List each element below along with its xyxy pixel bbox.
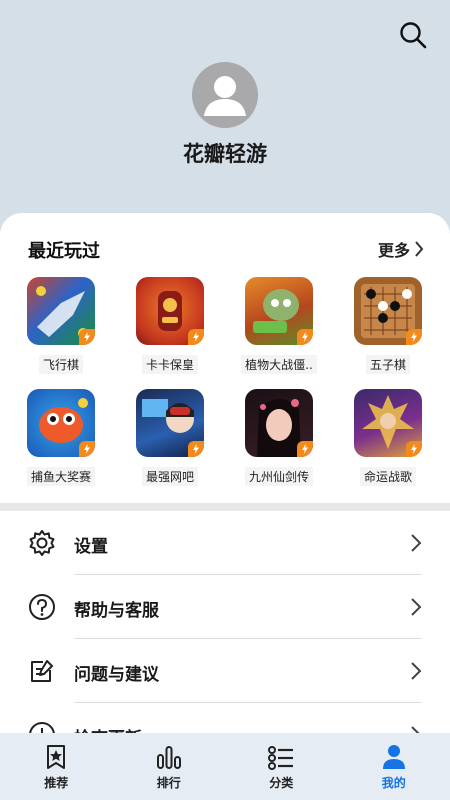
search-button[interactable] <box>398 20 428 50</box>
tab-category[interactable]: 分类 <box>225 733 338 800</box>
game-item[interactable]: 飞行棋 <box>18 277 104 374</box>
bottom-tab-bar: 推荐 排行 分类 我的 <box>0 733 450 800</box>
game-item[interactable]: 命运战歌 <box>345 389 431 486</box>
chevron-right-icon <box>411 598 422 616</box>
internet-cafe-game-icon <box>136 389 204 457</box>
game-name: 飞行棋 <box>38 355 83 374</box>
instant-play-badge <box>406 441 422 457</box>
section-divider <box>0 503 450 511</box>
instant-play-badge <box>297 329 313 345</box>
more-button[interactable]: 更多 <box>378 237 424 261</box>
ranking-icon <box>156 746 181 769</box>
feedback-label: 问题与建议 <box>74 665 159 685</box>
instant-play-badge <box>188 329 204 345</box>
game-name: 卡卡保皇 <box>141 355 198 374</box>
game-name: 命运战歌 <box>359 467 416 486</box>
fantasy-girl-game-icon <box>245 389 313 457</box>
tab-label: 我的 <box>381 776 406 790</box>
tab-label: 推荐 <box>44 776 69 790</box>
zombie-game-icon <box>245 277 313 345</box>
game-item[interactable]: 最强网吧 <box>127 389 213 486</box>
game-item[interactable]: 卡卡保皇 <box>127 277 213 374</box>
chevron-right-icon <box>411 726 420 733</box>
update-icon <box>29 722 55 733</box>
tab-ranking[interactable]: 排行 <box>113 733 226 800</box>
help-label: 帮助与客服 <box>74 601 159 621</box>
settings-list: 设置 帮助与客服 问题与建议 检查更新 <box>0 511 450 733</box>
profile-icon <box>382 745 405 769</box>
tab-recommend[interactable]: 推荐 <box>0 733 113 800</box>
instant-play-badge <box>406 329 422 345</box>
game-name: 最强网吧 <box>141 467 198 486</box>
game-name: 五子棋 <box>365 355 410 374</box>
more-label: 更多 <box>377 241 410 260</box>
game-name: 九州仙剑传 <box>244 467 313 486</box>
instant-play-badge <box>79 441 95 457</box>
search-icon <box>400 22 427 49</box>
section-title: 最近玩过 <box>28 241 100 262</box>
chevron-right-icon <box>411 534 422 552</box>
game-item[interactable]: 捕鱼大奖赛 <box>18 389 104 486</box>
tab-profile[interactable]: 我的 <box>338 733 450 800</box>
gomoku-game-icon <box>354 277 422 345</box>
robot-card-game-icon <box>136 277 204 345</box>
game-name: 植物大战僵.. <box>241 355 317 374</box>
instant-play-badge <box>188 441 204 457</box>
fish-game-icon <box>27 389 95 457</box>
feedback-row[interactable]: 问题与建议 <box>0 639 450 703</box>
game-item[interactable]: 植物大战僵.. <box>236 277 322 374</box>
category-icon <box>268 746 294 770</box>
game-name: 捕鱼大奖赛 <box>26 467 95 486</box>
user-silhouette-icon <box>204 76 246 116</box>
chevron-right-icon <box>411 662 422 680</box>
feedback-icon <box>31 660 53 682</box>
instant-play-badge <box>79 329 95 345</box>
settings-row[interactable]: 设置 <box>0 511 450 575</box>
avatar[interactable] <box>192 62 258 128</box>
tab-label: 分类 <box>269 776 294 790</box>
username: 花瓣轻游 <box>183 142 267 166</box>
recommend-icon <box>47 745 66 769</box>
chevron-right-icon <box>415 241 424 257</box>
gear-icon <box>29 530 55 556</box>
check-update-label: 检查更新 <box>74 724 142 733</box>
instant-play-badge <box>297 441 313 457</box>
help-row[interactable]: 帮助与客服 <box>0 575 450 639</box>
game-item[interactable]: 九州仙剑传 <box>236 389 322 486</box>
help-icon <box>29 594 55 620</box>
tab-label: 排行 <box>156 776 181 790</box>
game-item[interactable]: 五子棋 <box>345 277 431 374</box>
recent-games-card: 最近玩过 更多 飞行棋 卡卡保皇 植物大战僵.. 五子棋 捕鱼大奖赛 最强网吧 … <box>0 213 450 503</box>
warrior-game-icon <box>354 389 422 457</box>
check-update-row[interactable]: 检查更新 <box>0 703 450 733</box>
airplane-chess-game-icon <box>27 277 95 345</box>
settings-label: 设置 <box>74 537 108 557</box>
